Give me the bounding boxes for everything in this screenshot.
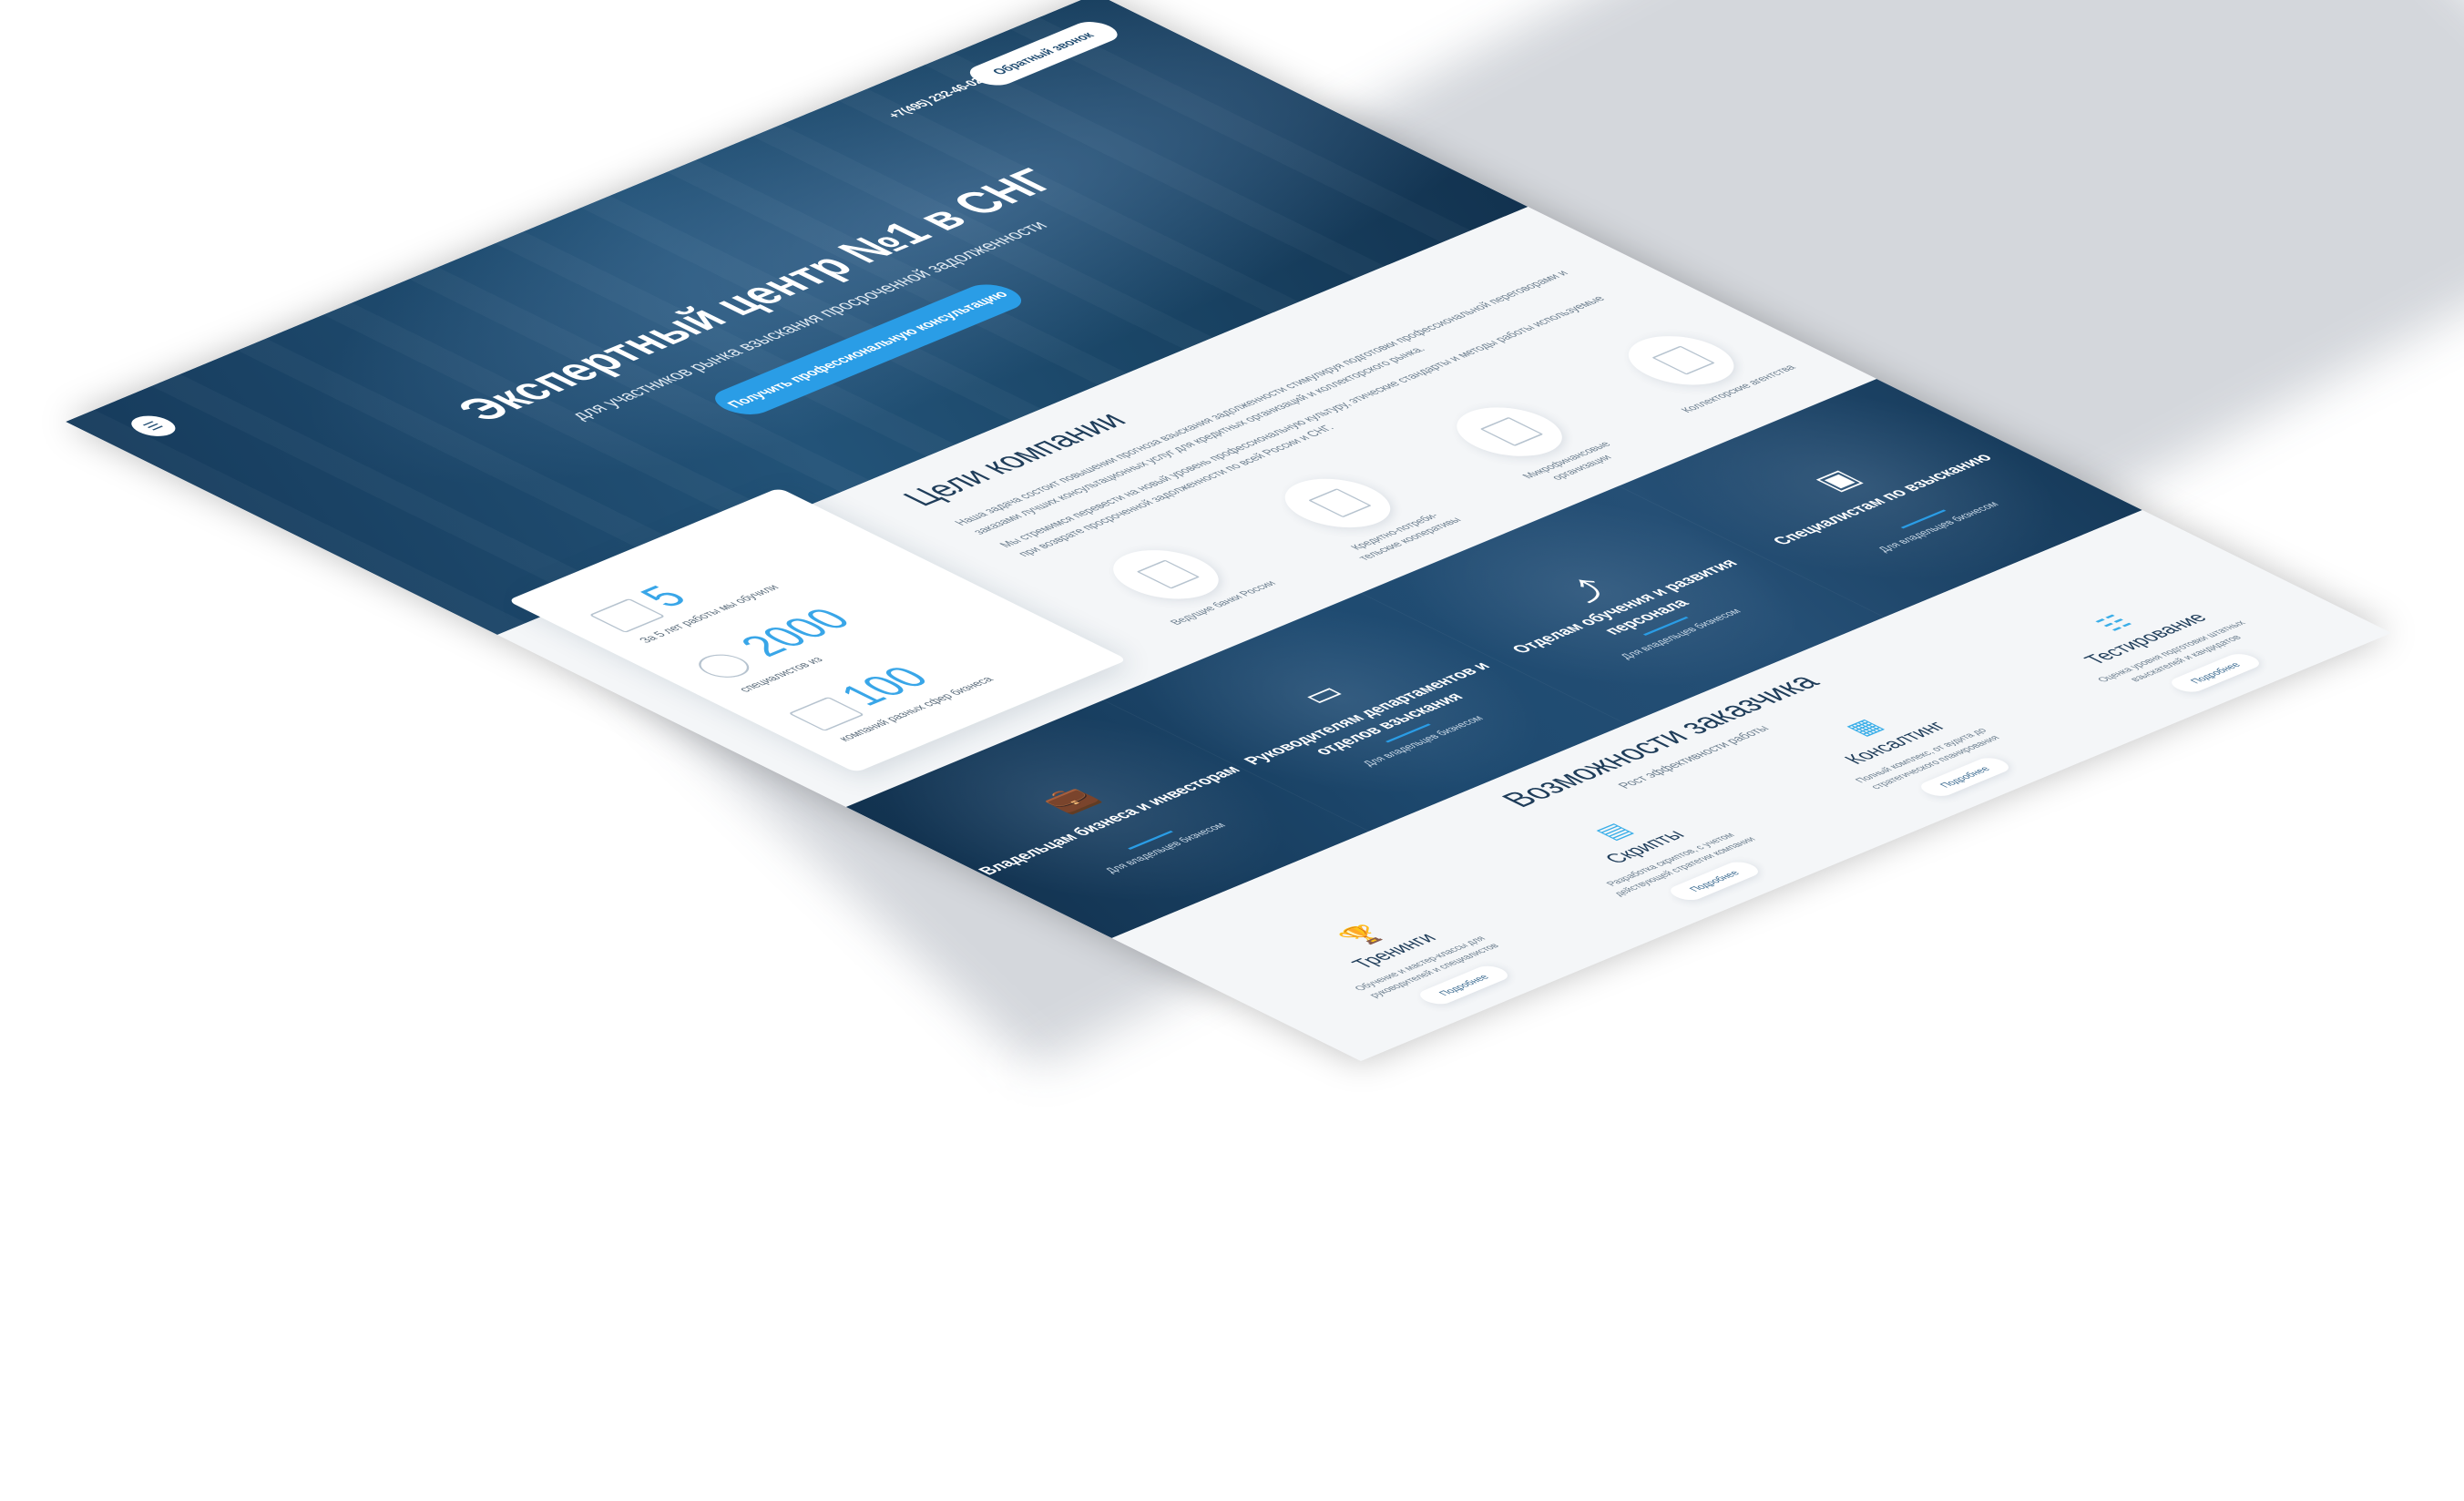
mockup-scene: ☰ +7(495) 232-46-02 Обратный звонок Эксп…: [0, 0, 2464, 1501]
audience-title: Владельцам бизнеса и инвесторам: [974, 763, 1246, 878]
briefcase-icon: 💼: [1033, 783, 1107, 817]
menu-button[interactable]: ☰: [122, 412, 185, 441]
bar-chart-icon: [788, 696, 865, 731]
network-icon: [688, 649, 760, 682]
menu-icon: ☰: [138, 419, 168, 433]
audience-title: Специалистам по взысканию: [1768, 451, 1998, 548]
org-agencies: Коллекторские агентства: [1584, 317, 1818, 424]
wallet-icon: ▣: [1805, 465, 1870, 495]
presentation-icon: ▭: [1290, 679, 1355, 710]
org-cooperatives: Кредитно-потреби-тельские кооперативы: [1241, 460, 1475, 567]
phone-number[interactable]: +7(495) 232-46-02: [884, 77, 987, 120]
certificate-icon: [588, 597, 666, 633]
org-banks: Ведущие банки России: [1068, 531, 1303, 638]
org-microfinance: Микрофинансовые организации: [1412, 388, 1646, 495]
callback-button[interactable]: Обратный звонок: [960, 17, 1127, 90]
